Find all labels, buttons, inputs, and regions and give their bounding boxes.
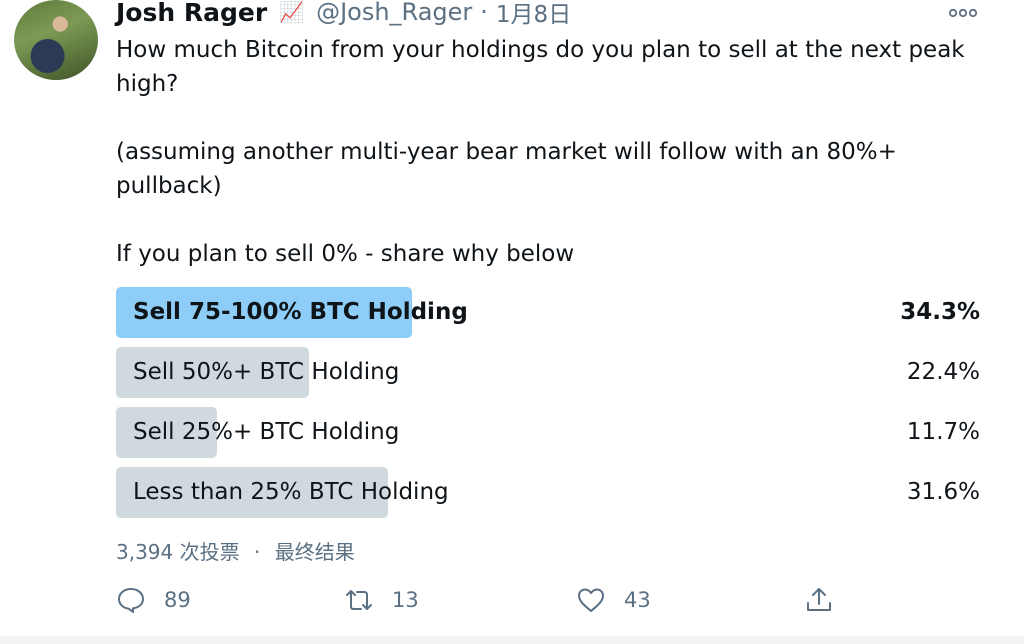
divider xyxy=(0,636,1024,644)
tweet-header: Josh Rager 📈 @Josh_Rager · 1月8日 xyxy=(116,0,571,30)
retweet-icon xyxy=(346,590,372,610)
user-handle[interactable]: @Josh_Rager xyxy=(316,0,472,26)
poll-option-label: Less than 25% BTC Holding xyxy=(133,479,449,505)
tweet-text-assumption: (assuming another multi-year bear market… xyxy=(116,139,897,199)
display-name[interactable]: Josh Rager xyxy=(116,0,267,27)
like-count: 43 xyxy=(624,588,651,612)
poll-option-label: Sell 50%+ BTC Holding xyxy=(133,359,400,385)
poll: Sell 75-100% BTC Holding 34.3% Sell 50%+ B… xyxy=(116,287,980,527)
like-button[interactable]: 43 xyxy=(576,580,651,620)
tweet-text: How much Bitcoin from your holdings do y… xyxy=(116,33,976,271)
avatar[interactable] xyxy=(14,0,98,80)
poll-status: 最终结果 xyxy=(274,540,355,564)
tweet-date[interactable]: 1月8日 xyxy=(496,0,571,29)
share-icon xyxy=(807,588,831,611)
like-icon xyxy=(578,588,604,612)
more-horizontal-icon[interactable] xyxy=(948,0,978,24)
poll-option-label: Sell 75-100% BTC Holding xyxy=(133,299,468,325)
tweet-text-prompt: If you plan to sell 0% - share why below xyxy=(116,241,575,267)
tweet-text-question: How much Bitcoin from your holdings do y… xyxy=(116,37,965,97)
poll-option-label: Sell 25%+ BTC Holding xyxy=(133,419,400,445)
poll-meta-separator: · xyxy=(253,540,261,564)
reply-count: 89 xyxy=(164,588,191,612)
poll-vote-count: 3,394 次投票 xyxy=(116,540,240,564)
retweet-count: 13 xyxy=(392,588,419,612)
poll-option: Sell 75-100% BTC Holding 34.3% xyxy=(116,287,980,338)
retweet-button[interactable]: 13 xyxy=(344,580,419,620)
poll-option: Sell 50%+ BTC Holding 22.4% xyxy=(116,347,980,398)
reply-icon xyxy=(118,588,144,613)
reply-button[interactable]: 89 xyxy=(116,580,191,620)
poll-option-percent: 22.4% xyxy=(906,359,980,385)
tweet-actions: 89 13 43 xyxy=(116,580,876,620)
share-button[interactable] xyxy=(804,580,834,620)
poll-option-percent: 31.6% xyxy=(906,479,980,505)
poll-meta: 3,394 次投票 · 最终结果 xyxy=(116,536,355,565)
chart-increasing-emoji: 📈 xyxy=(279,0,305,24)
poll-option-percent: 11.7% xyxy=(906,419,980,445)
header-separator: · xyxy=(480,0,488,26)
tweet: Josh Rager 📈 @Josh_Rager · 1月8日 How much… xyxy=(0,0,1024,644)
poll-option: Less than 25% BTC Holding 31.6% xyxy=(116,467,980,518)
poll-option: Sell 25%+ BTC Holding 11.7% xyxy=(116,407,980,458)
poll-option-percent: 34.3% xyxy=(900,299,980,325)
